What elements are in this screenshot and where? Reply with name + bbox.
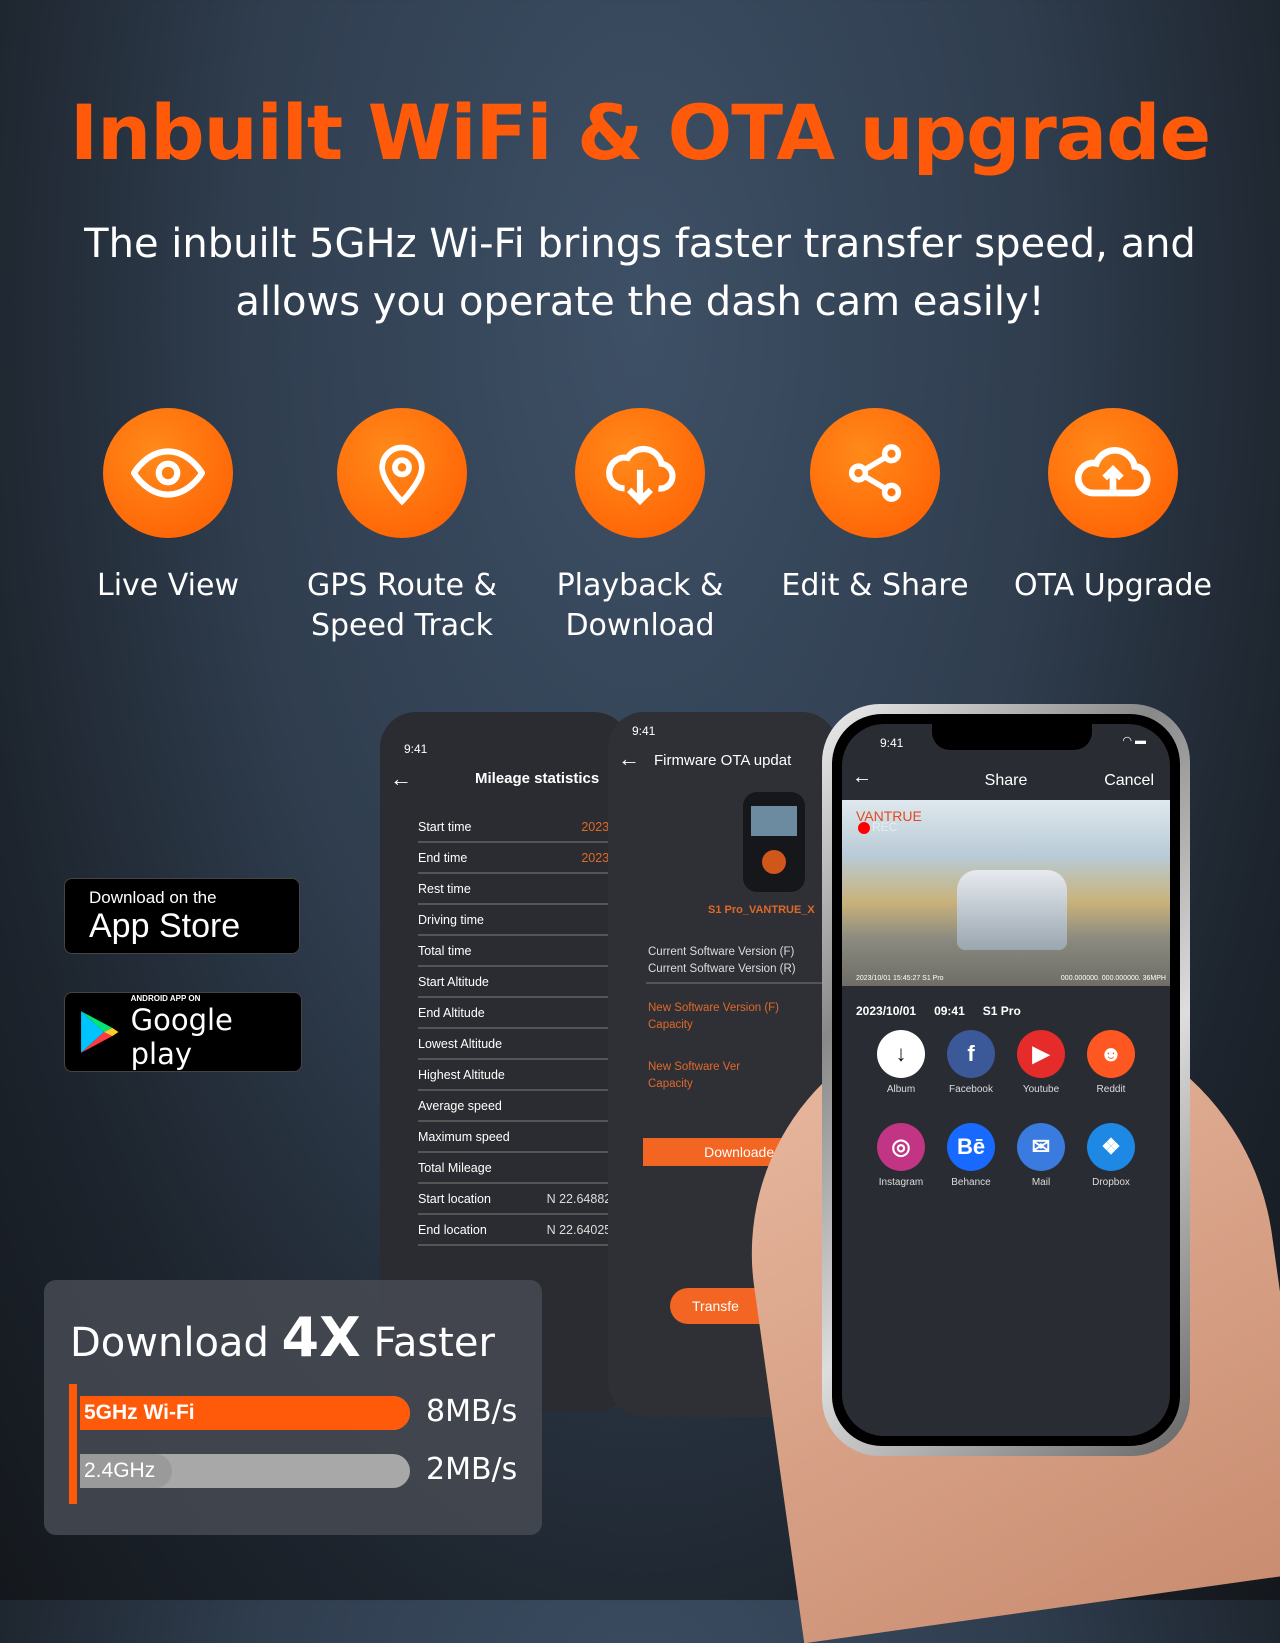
car-image bbox=[957, 870, 1067, 950]
mileage-row: Average speed5 bbox=[418, 1091, 630, 1122]
share-icon bbox=[810, 408, 940, 538]
share-instagram[interactable]: ◎ Instagram bbox=[866, 1123, 936, 1188]
mileage-row: Start Altitude bbox=[418, 967, 630, 998]
mileage-row: End Altitude bbox=[418, 998, 630, 1029]
speed-bar-label: 5GHz Wi-Fi bbox=[84, 1401, 195, 1424]
rec-dot bbox=[858, 822, 870, 834]
mileage-row: Highest Altitude bbox=[418, 1060, 630, 1091]
mileage-row: Start time 2023032 bbox=[418, 812, 630, 843]
facebook-icon: f bbox=[947, 1030, 995, 1078]
eye-icon bbox=[103, 408, 233, 538]
instagram-icon: ◎ bbox=[877, 1123, 925, 1171]
reddit-icon: ☻ bbox=[1087, 1030, 1135, 1078]
iphone-frame: 9:41 ◠ ▬ ← Share Cancel VANTRUE REC 2023… bbox=[822, 704, 1190, 1456]
cancel-button[interactable]: Cancel bbox=[1104, 772, 1154, 790]
mileage-row: Maximum speed bbox=[418, 1122, 630, 1153]
row-label: Total Mileage bbox=[418, 1160, 492, 1175]
row-label: End Altitude bbox=[418, 1005, 485, 1020]
location-pin-icon bbox=[337, 408, 467, 538]
row-label: Lowest Altitude bbox=[418, 1036, 503, 1051]
wifi-battery-icon: ◠ ▬ bbox=[1122, 735, 1146, 747]
mileage-row: Lowest Altitude bbox=[418, 1029, 630, 1060]
notch bbox=[932, 724, 1092, 750]
behance-icon: Bē bbox=[947, 1123, 995, 1171]
play-store-icon bbox=[81, 1011, 119, 1053]
share-youtube[interactable]: ▶ Youtube bbox=[1006, 1030, 1076, 1095]
share-album[interactable]: ↓ Album bbox=[866, 1030, 936, 1095]
share-mail[interactable]: ✉ Mail bbox=[1006, 1123, 1076, 1188]
share-facebook[interactable]: f Facebook bbox=[936, 1030, 1006, 1095]
mail-icon: ✉ bbox=[1017, 1123, 1065, 1171]
speed-bar-label: 2.4GHz bbox=[84, 1459, 156, 1482]
share-dropbox[interactable]: ❖ Dropbox bbox=[1076, 1123, 1146, 1188]
back-arrow-icon[interactable]: ← bbox=[390, 766, 412, 792]
row-label: End time bbox=[418, 850, 468, 865]
feature-edit-share: Edit & Share bbox=[765, 408, 985, 606]
speed-value: 8MB/s bbox=[426, 1394, 518, 1429]
feature-live-view: Live View bbox=[58, 408, 278, 606]
row-label: End location bbox=[418, 1222, 487, 1237]
video-preview[interactable]: VANTRUE REC 2023/10/01 15:45:27 S1 Pro 0… bbox=[842, 800, 1170, 986]
row-label: Start time bbox=[418, 819, 472, 834]
cloud-download-icon bbox=[575, 408, 705, 538]
headline: Inbuilt WiFi & OTA upgrade bbox=[69, 88, 1211, 177]
feature-gps: GPS Route & Speed Track bbox=[292, 408, 512, 646]
feature-ota: OTA Upgrade bbox=[1003, 408, 1223, 606]
back-arrow-icon[interactable]: ← bbox=[618, 746, 640, 772]
google-play-badge[interactable]: ANDROID APP ON Google play bbox=[64, 992, 302, 1072]
row-label: Average speed bbox=[418, 1098, 502, 1113]
row-label: Highest Altitude bbox=[418, 1067, 505, 1082]
row-label: Rest time bbox=[418, 881, 471, 896]
speed-value: 2MB/s bbox=[426, 1452, 518, 1487]
speed-comparison-panel: Download 4X Faster 5GHz Wi-Fi 8MB/s 2.4G… bbox=[44, 1280, 542, 1535]
row-label: Total time bbox=[418, 943, 472, 958]
row-label: Start Altitude bbox=[418, 974, 489, 989]
dropbox-icon: ❖ bbox=[1087, 1123, 1135, 1171]
cloud-upload-icon bbox=[1048, 408, 1178, 538]
row-label: Start location bbox=[418, 1191, 491, 1206]
album-icon: ↓ bbox=[877, 1030, 925, 1078]
youtube-icon: ▶ bbox=[1017, 1030, 1065, 1078]
feature-playback: Playback & Download bbox=[530, 408, 750, 646]
share-reddit[interactable]: ☻ Reddit bbox=[1076, 1030, 1146, 1095]
dash-cam-image bbox=[743, 792, 805, 892]
mileage-row: Driving time bbox=[418, 905, 630, 936]
row-label: Driving time bbox=[418, 912, 484, 927]
mileage-row: End location N 22.640259 E bbox=[418, 1215, 630, 1246]
accent-bar bbox=[69, 1384, 77, 1504]
mileage-row: Rest time bbox=[418, 874, 630, 905]
share-screen: 9:41 ◠ ▬ ← Share Cancel VANTRUE REC 2023… bbox=[842, 724, 1170, 1436]
share-behance[interactable]: Bē Behance bbox=[936, 1123, 1006, 1188]
mileage-row: Total time bbox=[418, 936, 630, 967]
app-store-badge[interactable]: Download on the App Store bbox=[64, 878, 300, 954]
subtitle: The inbuilt 5GHz Wi-Fi brings faster tra… bbox=[84, 221, 1196, 325]
mileage-row: Total Mileage bbox=[418, 1153, 630, 1184]
mileage-row: Start location N 22.648829 E bbox=[418, 1184, 630, 1215]
mileage-row: End time 2023021 bbox=[418, 843, 630, 874]
row-label: Maximum speed bbox=[418, 1129, 510, 1144]
